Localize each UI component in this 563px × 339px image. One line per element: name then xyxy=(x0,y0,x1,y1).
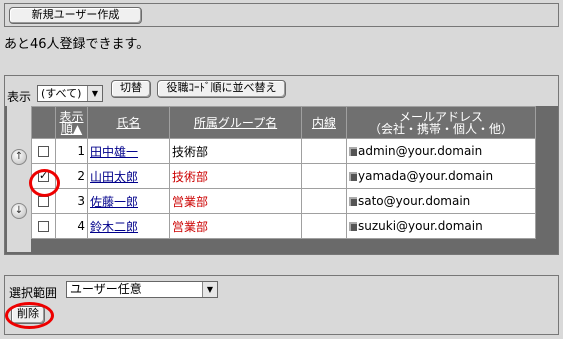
row-extension xyxy=(301,138,347,164)
top-toolbar: 新規ユーザー作成 xyxy=(4,3,559,27)
bottom-action-panel: 選択範囲 ユーザー任意 ▼ 削除 xyxy=(4,275,559,335)
table-row: 1 田中雄一 技術部 admin@your.domain xyxy=(31,138,536,164)
table-header-row: 表示 順▲ 氏名 所属グループ名 内線 メールアドレス （会社・携帯・個人・他） xyxy=(31,106,536,139)
row-email: yamada@your.domain xyxy=(358,169,494,183)
selection-range-value: ユーザー任意 xyxy=(70,282,142,296)
row-order: 2 xyxy=(55,163,88,189)
switch-button[interactable]: 切替 xyxy=(111,80,151,98)
user-name-link[interactable]: 佐藤一郎 xyxy=(90,195,138,209)
row-email: suzuki@your.domain xyxy=(358,219,483,233)
name-column-header[interactable]: 氏名 xyxy=(87,106,170,139)
row-extension xyxy=(301,163,347,189)
row-checkbox[interactable] xyxy=(38,146,49,157)
selection-range-select[interactable]: ユーザー任意 ▼ xyxy=(66,281,218,298)
reorder-column: ↑ ↓ xyxy=(7,106,31,252)
user-name-link[interactable]: 田中雄一 xyxy=(90,145,138,159)
row-extension xyxy=(301,213,347,239)
row-group: 技術部 xyxy=(169,163,302,189)
user-list-panel: 表示 (すべて) ▼ 切替 役職ｺｰﾄﾞ順に並べ替え ↑ ↓ 表示 順▲ 氏名 … xyxy=(4,75,559,255)
table-row: 4 鈴木二郎 営業部 suzuki@your.domain xyxy=(31,213,536,239)
row-email: sato@your.domain xyxy=(358,194,471,208)
checkbox-highlight-circle xyxy=(29,169,60,197)
company-mail-icon xyxy=(349,147,357,156)
table-row: 2 山田太郎 技術部 yamada@your.domain xyxy=(31,163,536,189)
user-name-link[interactable]: 山田太郎 xyxy=(90,170,138,184)
row-checkbox[interactable] xyxy=(38,221,49,232)
remaining-registrations-text: あと46人登録できます。 xyxy=(4,37,150,52)
row-checkbox[interactable] xyxy=(38,196,49,207)
row-group: 技術部 xyxy=(169,138,302,164)
group-column-header[interactable]: 所属グループ名 xyxy=(169,106,302,139)
row-order: 1 xyxy=(55,138,88,164)
move-down-icon[interactable]: ↓ xyxy=(11,203,27,219)
sort-by-position-button[interactable]: 役職ｺｰﾄﾞ順に並べ替え xyxy=(157,80,286,98)
delete-highlight-circle xyxy=(5,302,54,329)
row-group: 営業部 xyxy=(169,188,302,214)
move-up-icon[interactable]: ↑ xyxy=(11,149,27,165)
company-mail-icon xyxy=(349,197,357,206)
user-table: 表示 順▲ 氏名 所属グループ名 内線 メールアドレス （会社・携帯・個人・他）… xyxy=(31,106,536,239)
display-label: 表示 xyxy=(7,90,32,104)
email-column-header: メールアドレス （会社・携帯・個人・他） xyxy=(346,106,536,139)
new-user-button[interactable]: 新規ユーザー作成 xyxy=(9,7,142,24)
display-filter-value: (すべて) xyxy=(41,87,82,100)
table-row: 3 佐藤一郎 営業部 sato@your.domain xyxy=(31,188,536,214)
order-header-line2: 順▲ xyxy=(60,121,83,136)
email-header-line2: （会社・携帯・個人・他） xyxy=(368,121,513,136)
company-mail-icon xyxy=(349,222,357,231)
row-extension xyxy=(301,188,347,214)
row-order: 3 xyxy=(55,188,88,214)
order-column-header[interactable]: 表示 順▲ xyxy=(55,106,88,139)
selection-range-label: 選択範囲 xyxy=(9,286,58,300)
row-email: admin@your.domain xyxy=(358,144,483,158)
chevron-down-icon: ▼ xyxy=(87,86,102,101)
display-filter-select[interactable]: (すべて) ▼ xyxy=(37,85,103,102)
extension-column-header[interactable]: 内線 xyxy=(301,106,347,139)
row-group: 営業部 xyxy=(169,213,302,239)
select-column-header xyxy=(31,106,56,139)
user-name-link[interactable]: 鈴木二郎 xyxy=(90,220,138,234)
company-mail-icon xyxy=(349,172,357,181)
list-toolbar: 表示 (すべて) ▼ 切替 役職ｺｰﾄﾞ順に並べ替え xyxy=(5,76,558,106)
chevron-down-icon: ▼ xyxy=(202,282,217,297)
row-order: 4 xyxy=(55,213,88,239)
